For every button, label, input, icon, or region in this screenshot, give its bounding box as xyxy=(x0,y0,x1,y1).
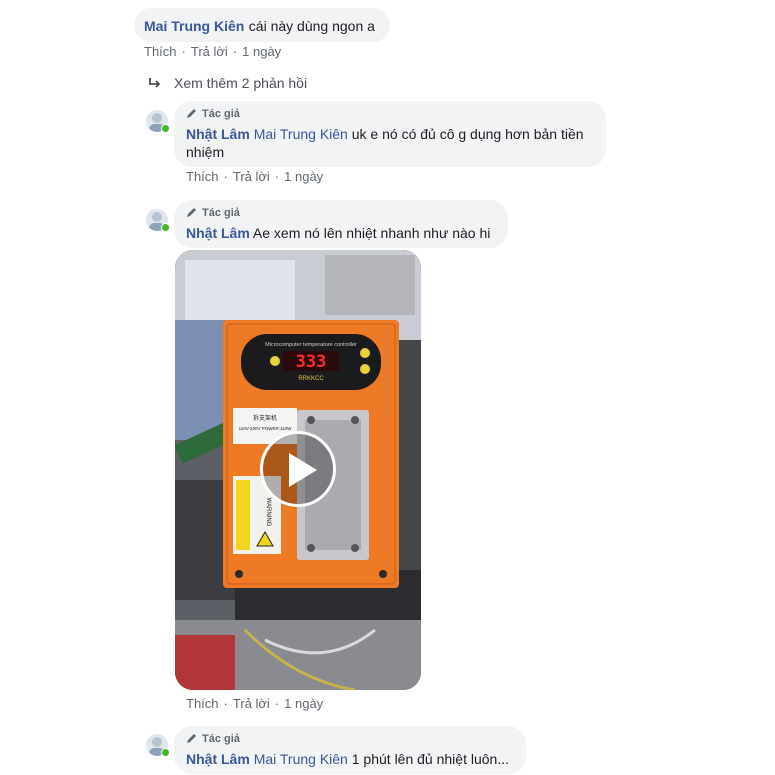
comment-bubble: Tác giả Nhật Lâm Mai Trung Kiên 1 phút l… xyxy=(174,726,526,774)
separator-dot: · xyxy=(274,169,280,184)
separator-dot: · xyxy=(232,44,238,59)
device-brand: RRKKCC xyxy=(298,376,324,382)
more-replies-link[interactable]: Xem thêm 2 phản hồi xyxy=(148,75,307,91)
play-icon xyxy=(287,451,319,494)
online-status-dot xyxy=(161,223,170,232)
reply-link[interactable]: Trả lời xyxy=(233,696,270,711)
comment-bubble: Tác giả Nhật Lâm Ae xem nó lên nhiệt nha… xyxy=(174,200,508,248)
video-attachment[interactable]: Microcomputer temperature controller 333… xyxy=(175,250,421,690)
author-badge: Tác giả xyxy=(186,107,594,121)
comment-author-name[interactable]: Nhật Lâm xyxy=(186,225,250,241)
comment-text: Ae xem nó lên nhiệt nhanh như nào hi xyxy=(252,225,491,241)
more-replies-label: Xem thêm 2 phản hồi xyxy=(174,75,308,91)
author-badge: Tác giả xyxy=(186,206,496,220)
like-link[interactable]: Thích xyxy=(144,44,177,59)
reply-link[interactable]: Trả lời xyxy=(191,44,228,59)
mention-tag[interactable]: Mai Trung Kiên xyxy=(254,126,348,142)
comment-author-name[interactable]: Nhật Lâm xyxy=(186,126,250,142)
separator-dot: · xyxy=(181,44,186,59)
comment-bubble: Mai Trung Kiên cái này dùng ngon a xyxy=(134,8,390,42)
comment-bubble: Tác giả Nhật Lâm Mai Trung Kiên uk e nó … xyxy=(174,101,606,167)
separator-dot: · xyxy=(274,696,280,711)
temperature-display: 333 xyxy=(296,352,327,372)
warning-label: WARNING xyxy=(265,498,271,527)
comment-text: 1 phút lên đủ nhiệt luôn... xyxy=(351,751,509,767)
comment-body: Nhật Lâm Ae xem nó lên nhiệt nhanh như n… xyxy=(186,224,496,242)
author-badge-label: Tác giả xyxy=(202,733,240,745)
spec-line-2: 110V-220V POWER:110W xyxy=(239,426,293,431)
author-badge-label: Tác giả xyxy=(202,108,240,120)
reply-arrow-icon xyxy=(148,76,162,90)
like-link[interactable]: Thích xyxy=(186,169,219,184)
comment-text: cái này dùng ngon a xyxy=(248,18,375,34)
comment-body: Nhật Lâm Mai Trung Kiên uk e nó có đủ cô… xyxy=(186,125,594,161)
comment-actions: Thích · Trả lời · 1 ngày xyxy=(144,44,281,59)
separator-dot: · xyxy=(223,696,228,711)
pencil-icon xyxy=(186,107,198,122)
timestamp[interactable]: 1 ngày xyxy=(284,696,323,711)
comment-actions: Thích · Trả lời · 1 ngày xyxy=(186,169,323,184)
online-status-dot xyxy=(161,124,170,133)
play-button[interactable] xyxy=(260,431,336,507)
pencil-icon xyxy=(186,206,198,221)
author-badge: Tác giả xyxy=(186,732,514,746)
mention-tag[interactable]: Mai Trung Kiên xyxy=(254,751,348,767)
author-badge-label: Tác giả xyxy=(202,207,240,219)
comment-actions: Thích · Trả lời · 1 ngày xyxy=(186,696,323,711)
reply-link[interactable]: Trả lời xyxy=(233,169,270,184)
like-link[interactable]: Thích xyxy=(186,696,219,711)
comment-body: Nhật Lâm Mai Trung Kiên 1 phút lên đủ nh… xyxy=(186,750,514,768)
online-status-dot xyxy=(161,748,170,757)
device-title: Microcomputer temperature controller xyxy=(265,342,357,348)
timestamp[interactable]: 1 ngày xyxy=(284,169,323,184)
spec-line-1: 拆支架机 xyxy=(253,414,277,422)
separator-dot: · xyxy=(223,169,228,184)
comment-author-name[interactable]: Mai Trung Kiên xyxy=(144,18,244,34)
timestamp[interactable]: 1 ngày xyxy=(242,44,281,59)
pencil-icon xyxy=(186,732,198,747)
comment-author-name[interactable]: Nhật Lâm xyxy=(186,751,250,767)
